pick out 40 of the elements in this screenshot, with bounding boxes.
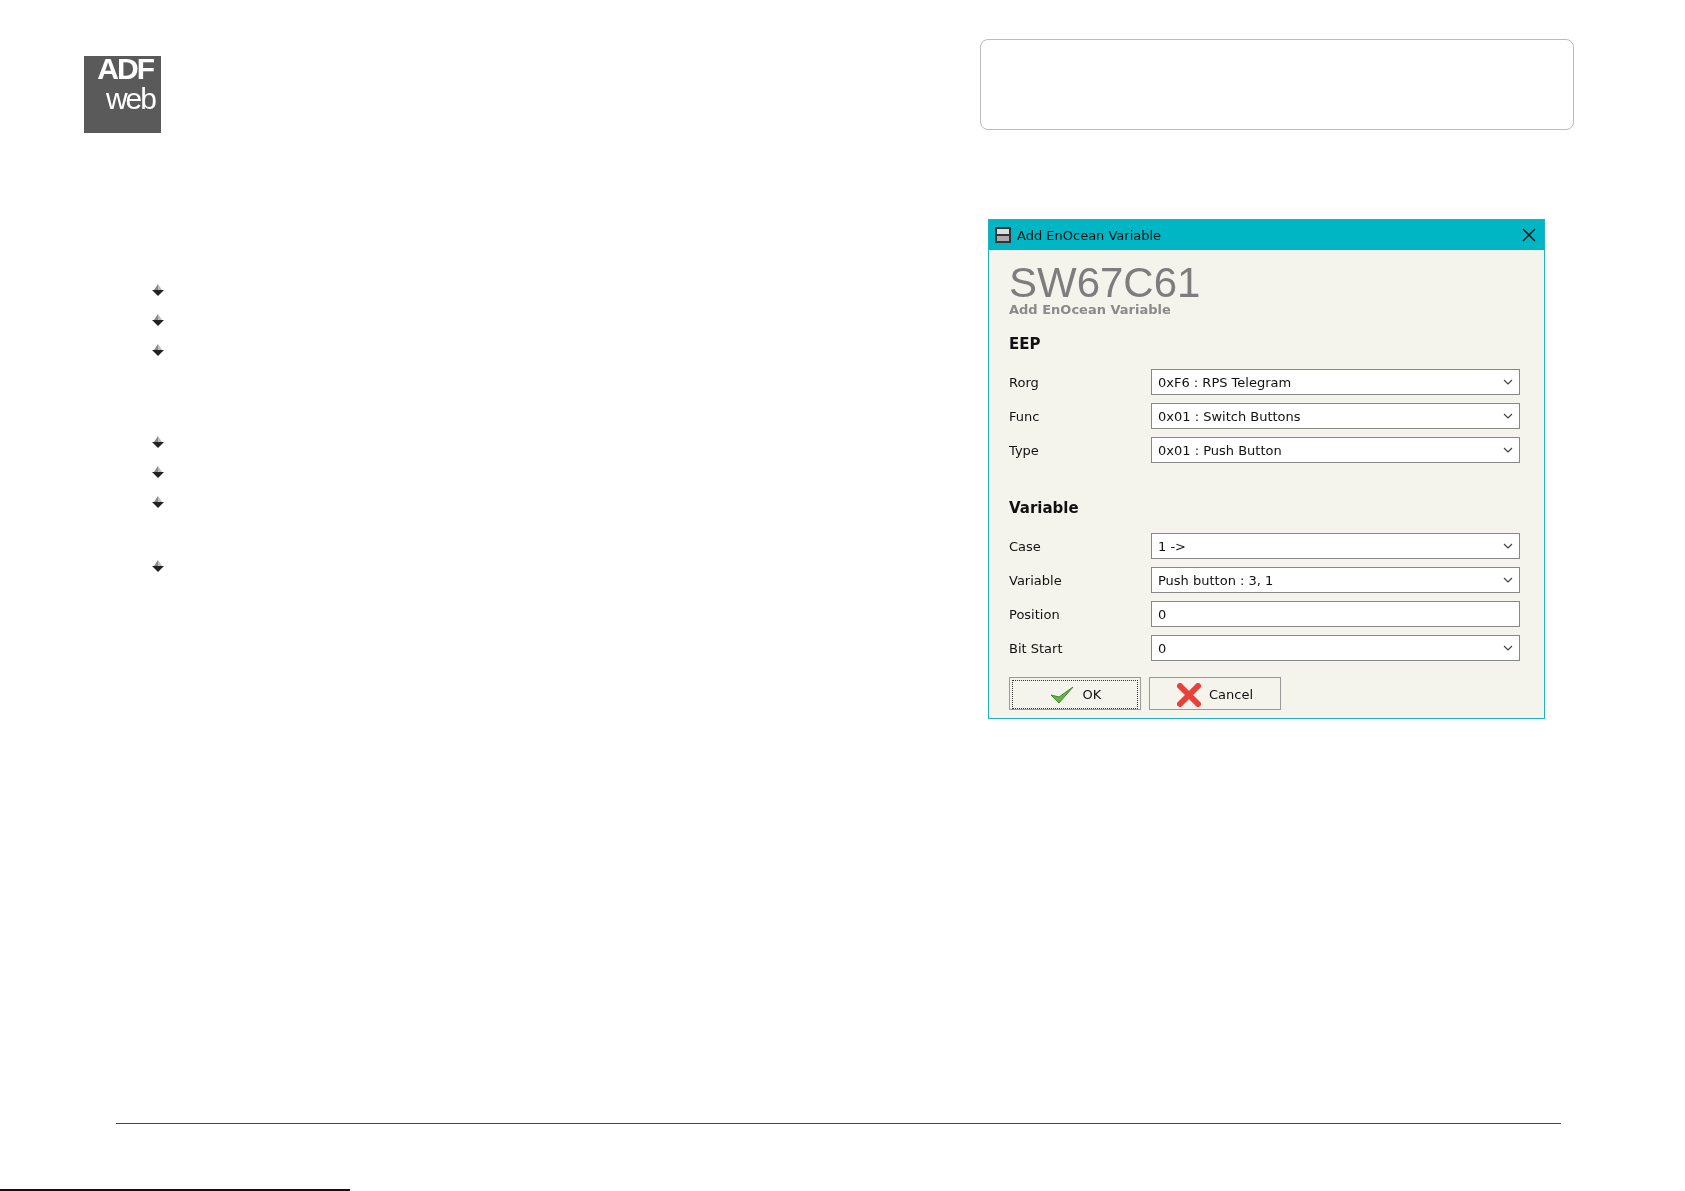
chevron-down-icon[interactable] — [1503, 543, 1513, 549]
bullet-icon — [152, 284, 164, 296]
field-label: Type — [1009, 442, 1040, 458]
cross-icon — [1176, 682, 1201, 707]
dialog-heading: SW67C61 — [1009, 262, 1202, 304]
field-label: Position — [1009, 606, 1061, 622]
chevron-down-icon[interactable] — [1503, 577, 1513, 583]
dropdown[interactable]: Push button : 3, 1 — [1151, 567, 1520, 593]
field-label: Variable — [1009, 572, 1063, 588]
bullet-icon — [152, 466, 164, 478]
ok-button[interactable]: OK — [1009, 677, 1141, 710]
field-label: Func — [1009, 408, 1041, 424]
field-label: Bit Start — [1009, 640, 1064, 656]
dropdown[interactable]: 0x01 : Switch Buttons — [1151, 403, 1520, 429]
dropdown[interactable]: 0xF6 : RPS Telegram — [1151, 369, 1520, 395]
chevron-down-icon[interactable] — [1503, 413, 1513, 419]
section-title: EEP — [1009, 335, 1042, 353]
dropdown[interactable]: 0x01 : Push Button — [1151, 437, 1520, 463]
logo-text: web — [105, 84, 155, 114]
section-title: Variable — [1009, 499, 1080, 517]
bullet-icon — [152, 560, 164, 572]
field-label: Rorg — [1009, 374, 1040, 390]
logo-text: ADF — [97, 54, 153, 84]
checkmark-icon — [1048, 684, 1075, 705]
chevron-down-icon[interactable] — [1503, 447, 1513, 453]
chevron-down-icon[interactable] — [1503, 379, 1513, 385]
bullet-icon — [152, 344, 164, 356]
dropdown[interactable]: 0 — [1151, 635, 1520, 661]
input-field[interactable]: 0 — [1151, 601, 1520, 627]
bullet-icon — [152, 496, 164, 508]
dialog-subheading: Add EnOcean Variable — [1009, 302, 1172, 317]
dropdown[interactable]: 1 -> — [1151, 533, 1520, 559]
bullet-icon — [152, 436, 164, 448]
close-icon[interactable] — [1522, 228, 1536, 242]
chevron-down-icon[interactable] — [1503, 645, 1513, 651]
field-label: Case — [1009, 538, 1042, 554]
app-icon — [995, 227, 1011, 243]
window-title: Add EnOcean Variable — [1017, 227, 1163, 243]
bullet-icon — [152, 314, 164, 326]
cancel-button[interactable]: Cancel — [1149, 677, 1281, 710]
